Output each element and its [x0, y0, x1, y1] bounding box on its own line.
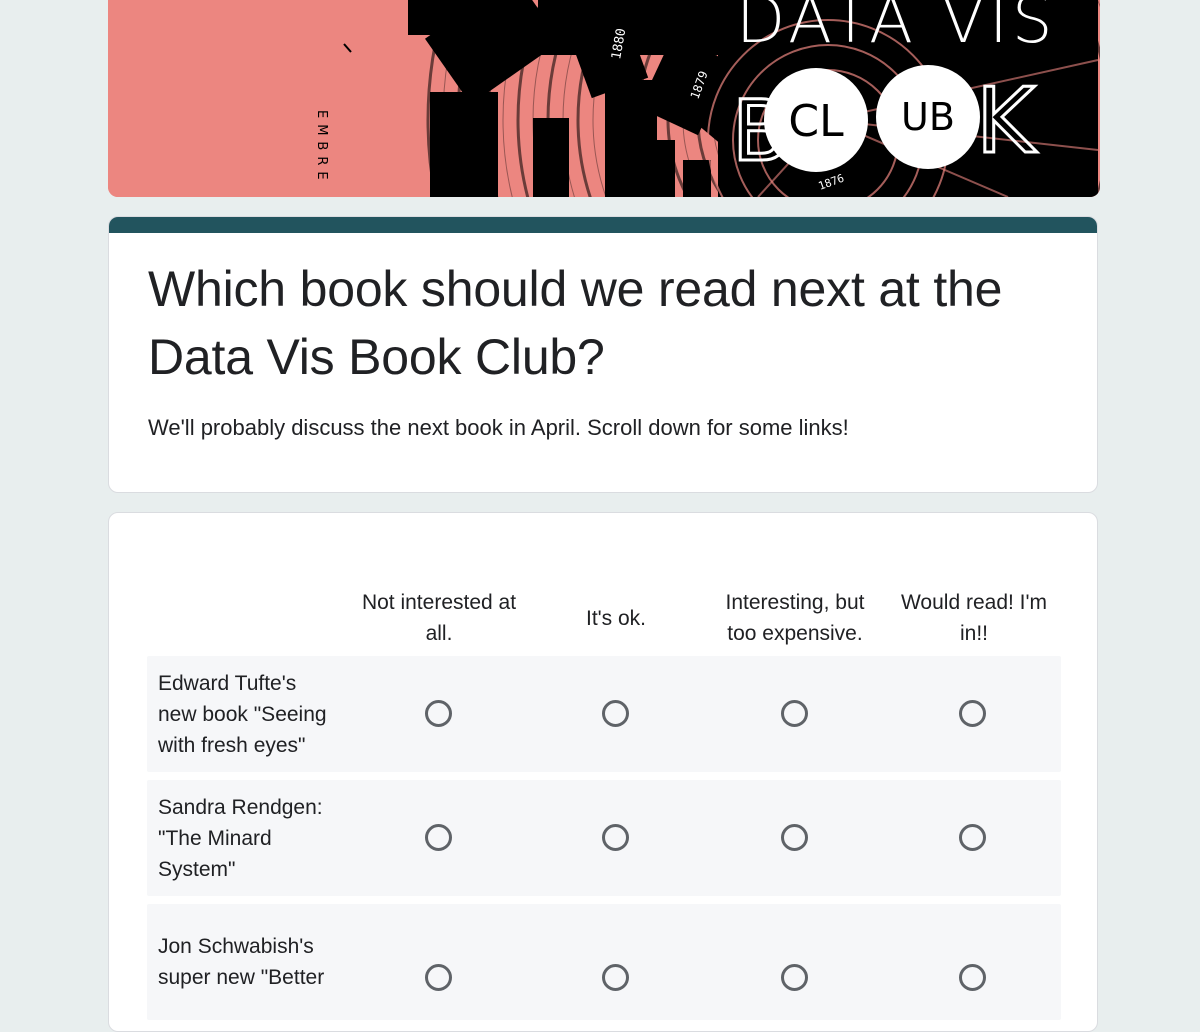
column-header-too-expensive: Interesting, but too expensive.: [725, 591, 865, 645]
column-header-would-read: Would read! I'm in!!: [900, 591, 1047, 645]
form-header-card: Which book should we read next at the Da…: [108, 216, 1098, 493]
header-banner-image: 1880 1879 1876 EMBRE DATA VIS B CL UB K: [108, 0, 1100, 197]
logo-letter-k: K: [976, 69, 1037, 174]
logo-circle-ub: UB: [901, 95, 955, 139]
form-title-line-1: Which book should we read next at the: [148, 261, 1003, 317]
radio-tufte-too-expensive[interactable]: [781, 700, 808, 727]
form-description: We'll probably discuss the next book in …: [148, 415, 849, 440]
grid-row-rendgen: Sandra Rendgen: "The Minard System": [147, 780, 1061, 896]
radio-rendgen-would-read[interactable]: [959, 824, 986, 851]
form-accent-bar: [109, 217, 1097, 233]
radio-schwabish-would-read[interactable]: [959, 964, 986, 991]
banner-vertical-text: EMBRE: [314, 110, 329, 186]
form-title: Which book should we read next at the Da…: [148, 255, 1057, 391]
radio-tufte-would-read[interactable]: [959, 700, 986, 727]
row-label-tufte: Edward Tufte's new book "Seeing with fresh…: [158, 671, 327, 757]
radio-tufte-its-ok[interactable]: [602, 700, 629, 727]
radio-tufte-not-interested[interactable]: [425, 700, 452, 727]
radio-rendgen-not-interested[interactable]: [425, 824, 452, 851]
grid-row-tufte: Edward Tufte's new book "Seeing with fresh…: [147, 656, 1061, 772]
radio-schwabish-its-ok[interactable]: [602, 964, 629, 991]
row-label-rendgen: Sandra Rendgen: "The Minard System": [158, 795, 323, 881]
grid-row-schwabish: Jon Schwabish's super new "Better: [147, 904, 1061, 1020]
radio-rendgen-its-ok[interactable]: [602, 824, 629, 851]
logo-data-vis: DATA VIS: [736, 0, 1057, 58]
column-header-not-interested: Not interested at all.: [361, 591, 517, 645]
radio-rendgen-too-expensive[interactable]: [781, 824, 808, 851]
column-header-its-ok: It's ok.: [585, 606, 647, 630]
row-label-schwabish: Jon Schwabish's super new "Better: [158, 935, 325, 989]
form-title-line-2: Data Vis Book Club?: [148, 329, 605, 385]
radio-schwabish-too-expensive[interactable]: [781, 964, 808, 991]
logo-circle-cl: CL: [788, 96, 844, 147]
grid-question-card: Not interested at all. It's ok. Interesti…: [108, 512, 1098, 1032]
radio-schwabish-not-interested[interactable]: [425, 964, 452, 991]
book-club-banner-art: 1880 1879 1876 EMBRE DATA VIS B CL UB K: [108, 0, 1100, 197]
